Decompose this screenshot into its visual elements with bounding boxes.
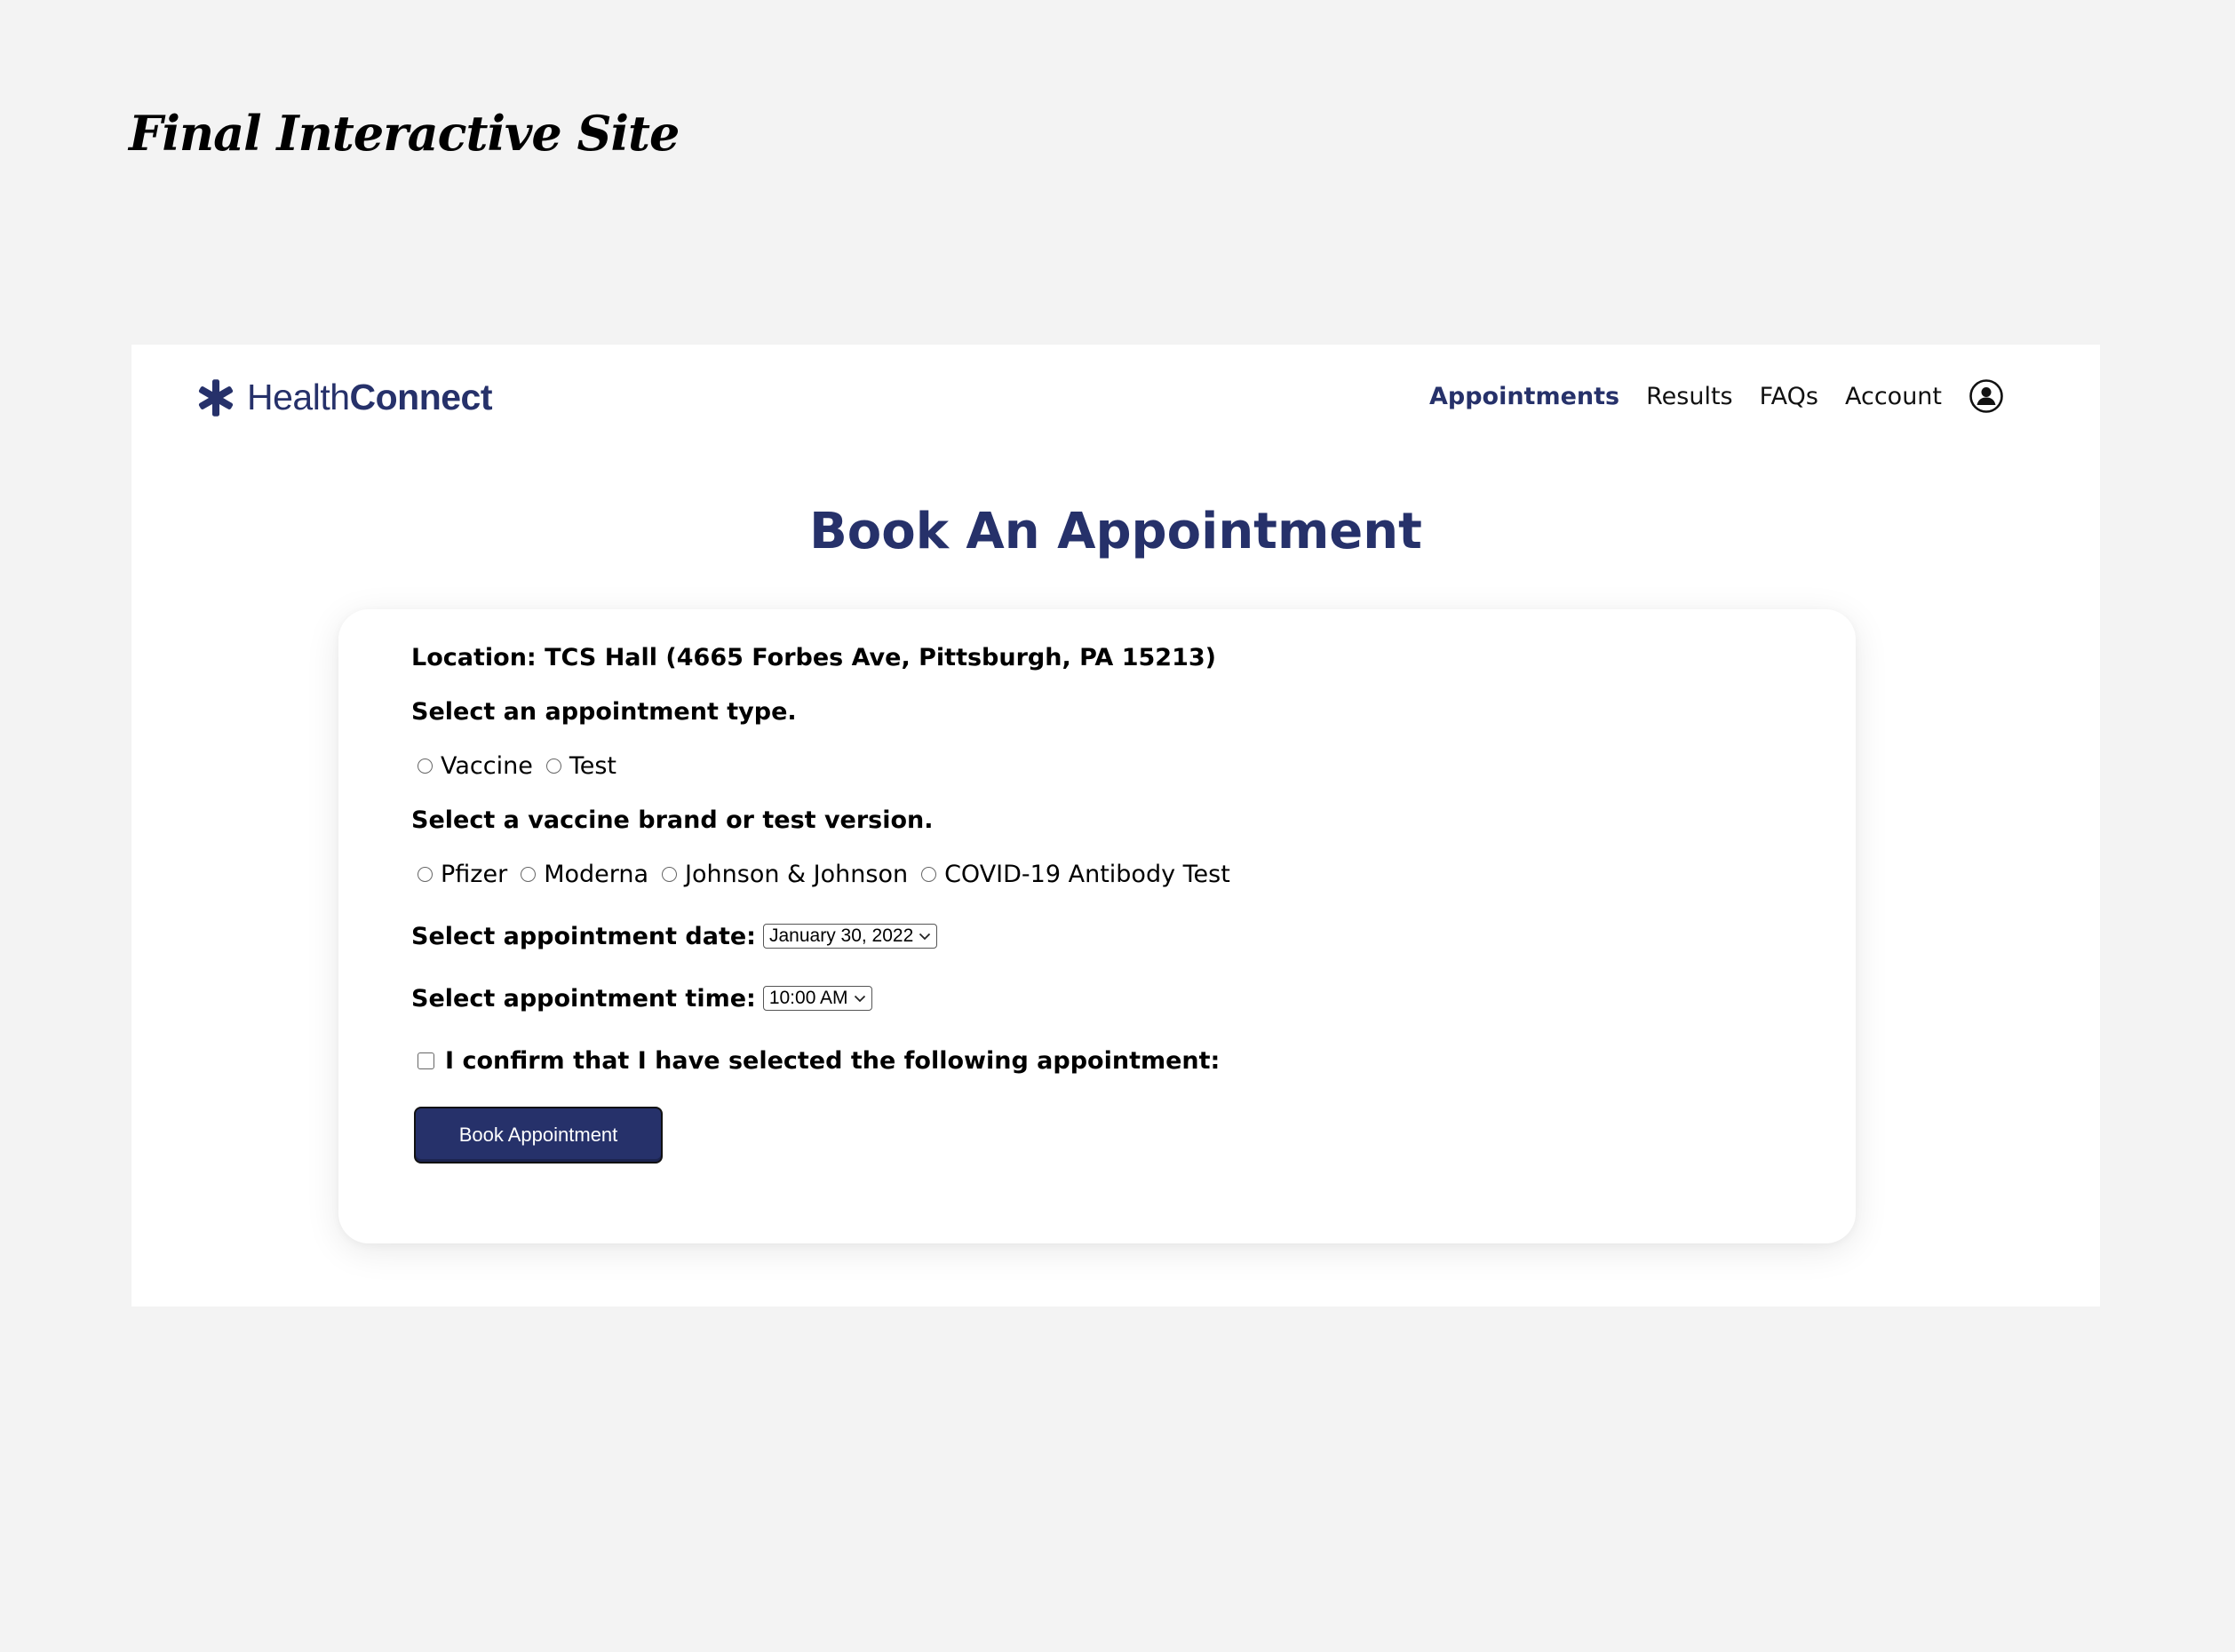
radio-pfizer-label[interactable]: Pfizer (441, 861, 507, 888)
book-appointment-button[interactable]: Book Appointment (414, 1107, 663, 1164)
chevron-down-icon (854, 995, 865, 1003)
date-row: Select appointment date: January 30, 202… (411, 918, 1820, 954)
chevron-down-icon (919, 933, 931, 941)
radio-moderna[interactable] (521, 866, 537, 882)
nav-results[interactable]: Results (1646, 383, 1733, 410)
time-label: Select appointment time: (411, 984, 756, 1013)
vaccine-brand-prompt: Select a vaccine brand or test version. (411, 806, 934, 834)
brand-logo[interactable]: HealthConnect (195, 377, 493, 418)
date-label: Select appointment date: (411, 922, 756, 950)
section-heading: Final Interactive Site (129, 105, 680, 162)
confirm-checkbox[interactable] (418, 1052, 434, 1069)
time-select-value: 10:00 AM (768, 988, 848, 1008)
appointment-form-card: Location: TCS Hall (4665 Forbes Ave, Pit… (338, 609, 1856, 1243)
radio-moderna-label[interactable]: Moderna (544, 861, 648, 888)
user-circle-icon[interactable] (1969, 378, 2004, 414)
date-select[interactable]: January 30, 2022 (762, 924, 938, 949)
appointment-type-prompt: Select an appointment type. (411, 697, 797, 726)
vaccine-brand-options: Pfizer Moderna Johnson & Johnson COVID-1… (411, 856, 1820, 892)
location-text: Location: TCS Hall (4665 Forbes Ave, Pit… (411, 643, 1217, 671)
appointment-type-options: Vaccine Test (411, 748, 1820, 783)
radio-test[interactable] (545, 758, 561, 774)
top-nav: Appointments Results FAQs Account (1429, 378, 2004, 414)
page-title: Book An Appointment (809, 503, 1422, 560)
nav-appointments[interactable]: Appointments (1429, 383, 1619, 410)
time-row: Select appointment time: 10:00 AM (411, 981, 1820, 1016)
nav-account[interactable]: Account (1845, 383, 1942, 410)
nav-faqs[interactable]: FAQs (1760, 383, 1818, 410)
radio-test-label[interactable]: Test (569, 752, 616, 780)
brand-name: HealthConnect (247, 377, 493, 418)
appointment-form: Location: TCS Hall (4665 Forbes Ave, Pit… (411, 639, 1820, 1164)
brand-name-light: Health (247, 377, 350, 417)
radio-johnson-johnson[interactable] (662, 866, 678, 882)
brand-prompt-row: Select a vaccine brand or test version. (411, 802, 1820, 838)
time-select[interactable]: 10:00 AM (762, 986, 872, 1011)
site-preview: HealthConnect Appointments Results FAQs … (131, 345, 2100, 1307)
radio-vaccine-label[interactable]: Vaccine (441, 752, 533, 780)
asterisk-icon (198, 378, 234, 417)
radio-antibody-test[interactable] (921, 866, 937, 882)
date-select-value: January 30, 2022 (768, 925, 914, 946)
radio-antibody-test-label[interactable]: COVID-19 Antibody Test (944, 861, 1230, 888)
confirm-row: I confirm that I have selected the follo… (411, 1043, 1820, 1078)
brand-name-bold: Connect (349, 377, 493, 417)
radio-johnson-johnson-label[interactable]: Johnson & Johnson (685, 861, 908, 888)
location-row: Location: TCS Hall (4665 Forbes Ave, Pit… (411, 639, 1820, 675)
type-prompt-row: Select an appointment type. (411, 694, 1820, 729)
radio-pfizer[interactable] (418, 866, 433, 882)
confirm-label[interactable]: I confirm that I have selected the follo… (445, 1047, 1220, 1075)
radio-vaccine[interactable] (418, 758, 433, 774)
